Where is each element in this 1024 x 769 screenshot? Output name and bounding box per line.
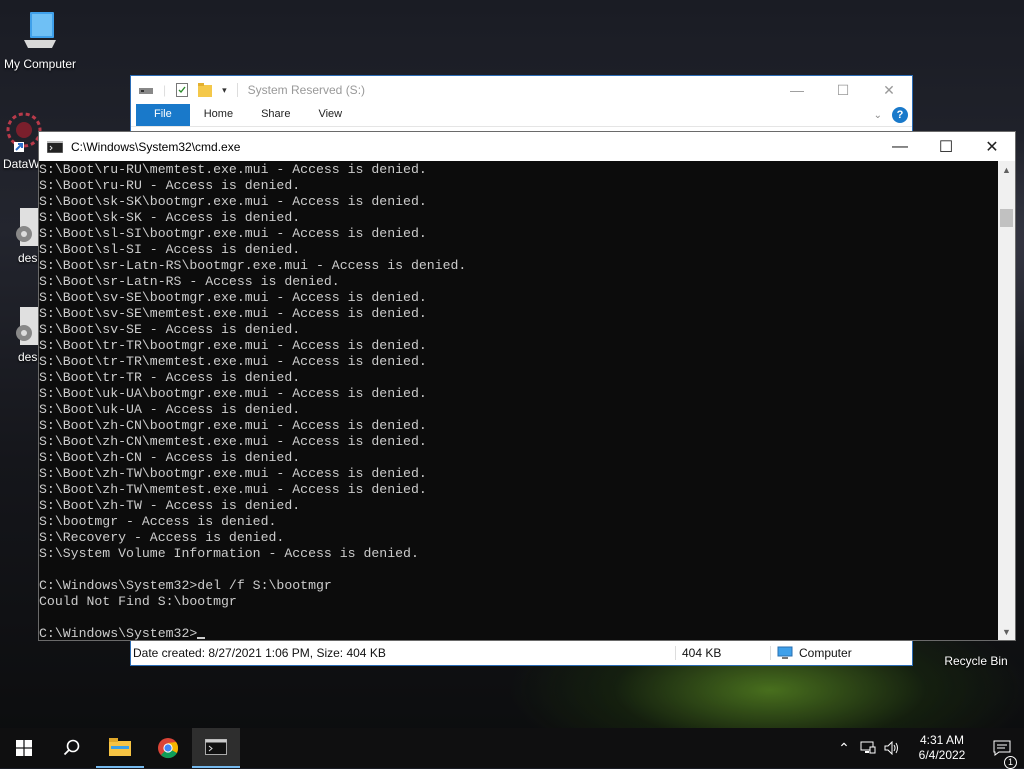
console-line: S:\Boot\sr-Latn-RS\bootmgr.exe.mui - Acc… (39, 258, 467, 273)
console-line: Could Not Find S:\bootmgr (39, 594, 237, 609)
minimize-button[interactable]: — (774, 82, 820, 99)
taskbar-file-explorer[interactable] (96, 728, 144, 768)
scroll-thumb[interactable] (1000, 209, 1013, 227)
console-line: S:\Recovery - Access is denied. (39, 530, 285, 545)
taskbar-cmd[interactable] (192, 728, 240, 768)
network-icon[interactable] (856, 741, 880, 755)
cmd-title-bar[interactable]: C:\Windows\System32\cmd.exe — ☐ ✕ (39, 132, 1015, 161)
console-line: S:\Boot\tr-TR\bootmgr.exe.mui - Access i… (39, 338, 427, 353)
taskbar-chrome[interactable] (144, 728, 192, 768)
cmd-icon (205, 739, 227, 755)
console-line: S:\Boot\tr-TR - Access is denied. (39, 370, 301, 385)
explorer-status-bar: Date created: 8/27/2021 1:06 PM, Size: 4… (131, 640, 912, 665)
search-icon (63, 739, 80, 756)
maximize-button[interactable]: ☐ (923, 132, 969, 161)
console-line: S:\Boot\sl-SI\bootmgr.exe.mui - Access i… (39, 226, 427, 241)
notification-icon (993, 740, 1011, 756)
cmd-window-controls: — ☐ ✕ (877, 132, 1015, 161)
status-location: Computer (770, 646, 852, 660)
start-button[interactable] (0, 728, 48, 768)
explorer-title-bar[interactable]: | ▾ System Reserved (S:) — ☐ ✕ (131, 76, 912, 104)
explorer-window-controls: — ☐ ✕ (774, 82, 912, 99)
console-line: S:\Boot\sv-SE\memtest.exe.mui - Access i… (39, 306, 427, 321)
volume-icon[interactable] (880, 741, 904, 755)
console-line: S:\Boot\zh-CN\bootmgr.exe.mui - Access i… (39, 418, 427, 433)
console-lines: S:\Boot\ru-RU\memtest.exe.mui - Access i… (39, 162, 998, 626)
file-explorer-icon (109, 738, 131, 756)
close-button[interactable]: ✕ (969, 132, 1015, 161)
properties-icon[interactable] (176, 83, 189, 97)
vertical-scrollbar[interactable]: ▲ ▼ (998, 161, 1015, 640)
quick-access-toolbar: | ▾ (131, 83, 227, 97)
console-line: S:\Boot\sk-SK - Access is denied. (39, 210, 301, 225)
cmd-window-title: C:\Windows\System32\cmd.exe (71, 139, 241, 154)
text-cursor (197, 637, 206, 639)
computer-icon (24, 12, 56, 48)
clock-time: 4:31 AM (919, 733, 965, 747)
console-line: S:\Boot\ru-RU - Access is denied. (39, 178, 301, 193)
chrome-icon (158, 738, 179, 759)
new-folder-icon[interactable] (198, 83, 213, 97)
console-line: S:\Boot\sl-SI - Access is denied. (39, 242, 301, 257)
notification-count-badge: 1 (1004, 756, 1017, 769)
console-line: S:\Boot\tr-TR\memtest.exe.mui - Access i… (39, 354, 427, 369)
cmd-window[interactable]: C:\Windows\System32\cmd.exe — ☐ ✕ S:\Boo… (38, 131, 1016, 641)
minimize-button[interactable]: — (877, 132, 923, 161)
windows-start-icon (16, 740, 32, 756)
status-item-info: Date created: 8/27/2021 1:06 PM, Size: 4… (133, 646, 386, 660)
help-icon[interactable]: ? (892, 107, 908, 123)
console-line: S:\Boot\ru-RU\memtest.exe.mui - Access i… (39, 162, 427, 177)
console-prompt: C:\Windows\System32> (39, 626, 198, 640)
console-prompt-line[interactable]: C:\Windows\System32> (39, 626, 998, 640)
console-line: S:\Boot\zh-TW - Access is denied. (39, 498, 301, 513)
desktop-icon-label: My Computer (3, 57, 77, 71)
system-tray: ⌃ 4:31 AM 6/4/2022 1 (832, 728, 1024, 769)
customize-toolbar-icon[interactable]: ▾ (222, 85, 227, 96)
status-location-label: Computer (799, 646, 852, 660)
console-line: S:\Boot\sv-SE - Access is denied. (39, 322, 301, 337)
clock[interactable]: 4:31 AM 6/4/2022 (904, 733, 980, 763)
tab-home[interactable]: Home (190, 104, 247, 126)
console-line: C:\Windows\System32>del /f S:\bootmgr (39, 578, 332, 593)
desktop-icon-my-computer[interactable]: My Computer (2, 10, 78, 71)
close-button[interactable]: ✕ (866, 82, 912, 99)
notification-button[interactable]: 1 (980, 740, 1024, 769)
expand-ribbon-icon[interactable]: ⌄ (874, 110, 882, 121)
drive-icon (139, 88, 153, 94)
chevron-up-icon[interactable]: ⌃ (832, 740, 856, 757)
console-line: S:\bootmgr - Access is denied. (39, 514, 277, 529)
console-line: S:\Boot\zh-TW\bootmgr.exe.mui - Access i… (39, 466, 427, 481)
scroll-down-arrow-icon[interactable]: ▼ (998, 623, 1015, 640)
clock-date: 6/4/2022 (918, 748, 966, 762)
tab-file[interactable]: File (136, 104, 190, 126)
computer-icon (777, 646, 793, 659)
console-line: S:\Boot\sr-Latn-RS - Access is denied. (39, 274, 340, 289)
desktop-icon-recycle-bin[interactable]: Recycle Bin (938, 652, 1014, 668)
ribbon-tabs: File Home Share View ⌄ ? (131, 104, 912, 127)
console-line: S:\Boot\sv-SE\bootmgr.exe.mui - Access i… (39, 290, 427, 305)
taskbar: ⌃ 4:31 AM 6/4/2022 1 (0, 728, 1024, 769)
console-line: S:\Boot\uk-UA - Access is denied. (39, 402, 301, 417)
tab-share[interactable]: Share (247, 104, 304, 126)
search-button[interactable] (48, 728, 96, 768)
scroll-up-arrow-icon[interactable]: ▲ (998, 161, 1015, 178)
explorer-window-title: System Reserved (S:) (236, 83, 365, 97)
console-output[interactable]: S:\Boot\ru-RU\memtest.exe.mui - Access i… (39, 161, 998, 640)
cmd-icon (47, 140, 63, 153)
console-line: S:\Boot\zh-CN - Access is denied. (39, 450, 301, 465)
console-line: S:\Boot\uk-UA\bootmgr.exe.mui - Access i… (39, 386, 427, 401)
console-line: S:\Boot\sk-SK\bootmgr.exe.mui - Access i… (39, 194, 427, 209)
status-size: 404 KB (675, 646, 770, 660)
desktop-icon-label: Recycle Bin (944, 654, 1008, 668)
tab-view[interactable]: View (304, 104, 356, 126)
console-line: S:\Boot\zh-CN\memtest.exe.mui - Access i… (39, 434, 427, 449)
console-line: S:\System Volume Information - Access is… (39, 546, 419, 561)
maximize-button[interactable]: ☐ (820, 82, 866, 99)
console-line: S:\Boot\zh-TW\memtest.exe.mui - Access i… (39, 482, 427, 497)
